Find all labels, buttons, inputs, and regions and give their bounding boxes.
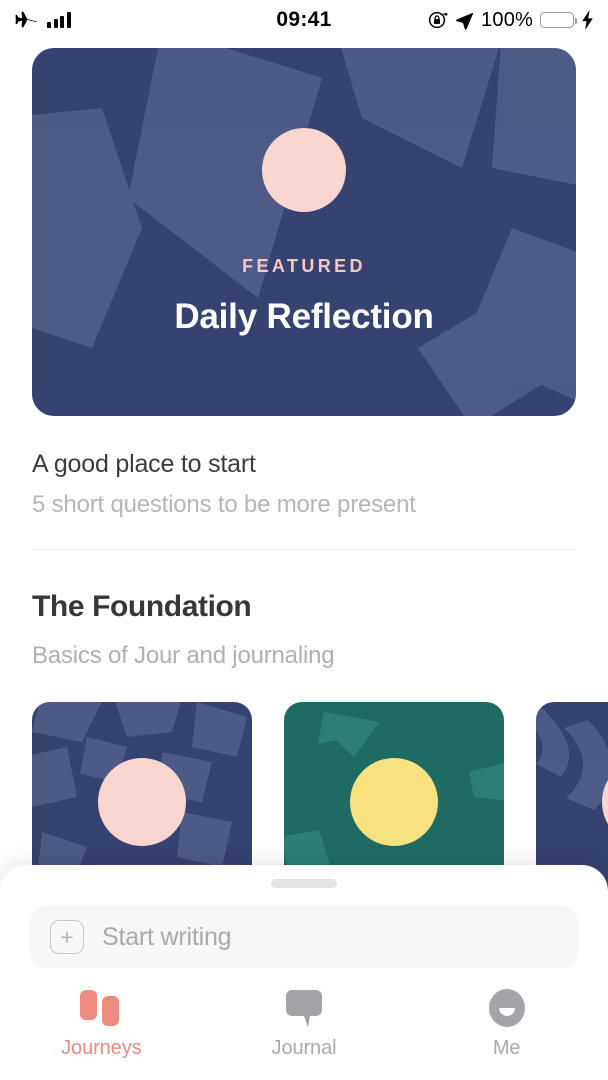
tab-me-label: Me [492, 1037, 521, 1059]
featured-card[interactable]: FEATURED Daily Reflection [32, 48, 576, 416]
start-row-subtitle: 5 short questions to be more present [32, 491, 416, 518]
status-bar-right: 100% [332, 9, 594, 32]
airplane-icon [15, 11, 37, 28]
featured-kicker: FEATURED [242, 256, 366, 276]
tab-me[interactable]: Me [405, 980, 608, 1060]
start-writing-input[interactable]: Start writing [102, 923, 232, 952]
bottom-sheet[interactable]: + Start writing Journeys Journal Me [0, 865, 608, 1080]
journey-card-1-circle-icon [98, 758, 186, 846]
tab-journeys[interactable]: Journeys [0, 980, 203, 1060]
status-bar: 09:41 100% [0, 0, 608, 40]
status-bar-left [14, 10, 276, 30]
journeys-icon [80, 986, 122, 1030]
featured-card-content: FEATURED Daily Reflection [32, 48, 576, 337]
tab-bar: Journeys Journal Me [0, 980, 608, 1060]
battery-percent-label: 100% [481, 8, 533, 31]
start-row[interactable]: A good place to start 5 short questions … [0, 450, 608, 519]
app-root: 09:41 100% FEATURED Daily Reflection A g… [0, 0, 608, 1080]
location-arrow-icon [456, 12, 474, 30]
foundation-section-header: The Foundation Basics of Jour and journa… [0, 590, 608, 670]
drag-handle[interactable] [271, 879, 337, 888]
section-divider [32, 549, 576, 550]
section-title: The Foundation [32, 590, 252, 623]
rotation-lock-icon [428, 11, 448, 29]
tab-journal-label: Journal [271, 1037, 337, 1059]
signal-bars-icon [47, 12, 71, 28]
featured-circle-icon [262, 128, 346, 212]
section-subtitle: Basics of Jour and journaling [32, 642, 335, 669]
battery-icon [540, 12, 578, 28]
featured-title: Daily Reflection [174, 297, 434, 336]
speech-bubble-icon [283, 986, 325, 1030]
tab-journeys-label: Journeys [61, 1037, 142, 1059]
compose-bar[interactable]: + Start writing [30, 906, 578, 968]
start-row-title: A good place to start [32, 450, 256, 478]
smiley-face-icon [486, 986, 528, 1030]
lightning-bolt-icon [582, 10, 593, 30]
status-bar-time: 09:41 [276, 8, 332, 31]
add-entry-button[interactable]: + [50, 920, 84, 954]
journey-card-2-circle-icon [350, 758, 438, 846]
tab-journal[interactable]: Journal [203, 980, 406, 1060]
